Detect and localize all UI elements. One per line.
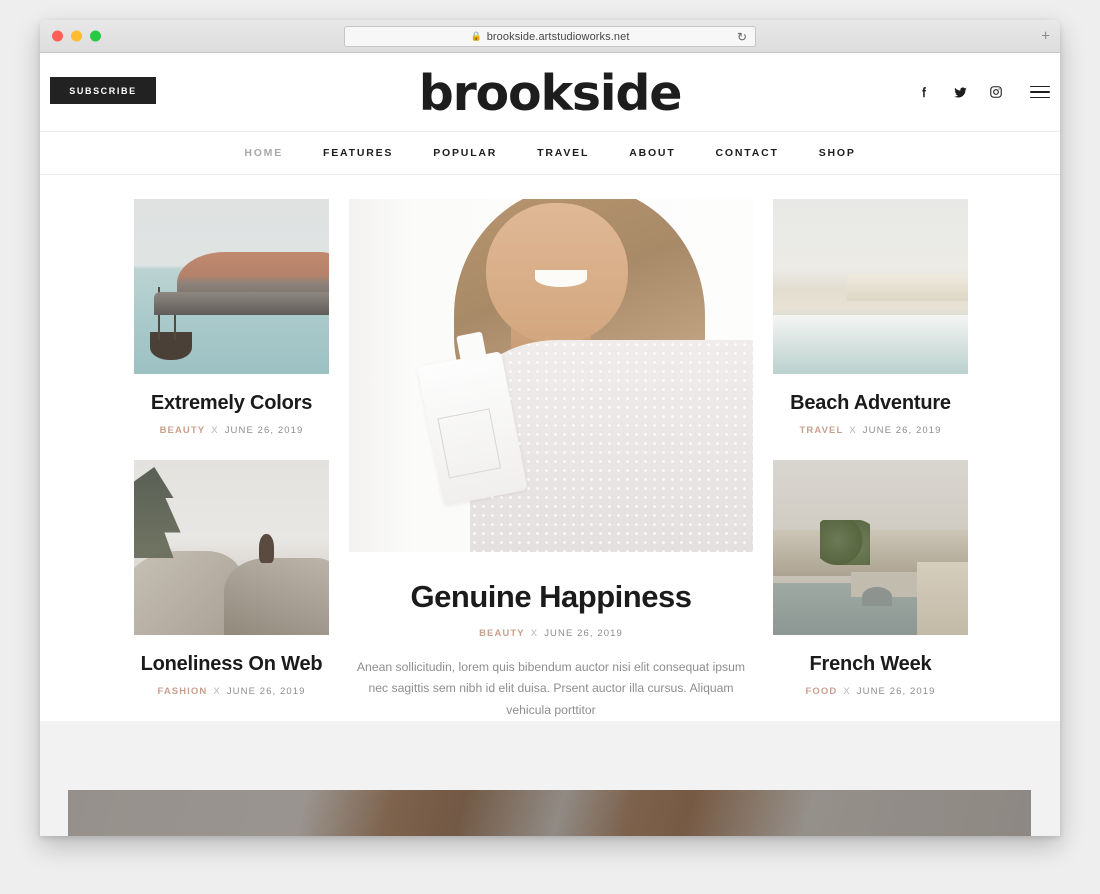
- nav-item-travel[interactable]: TRAVEL: [537, 147, 589, 159]
- close-window-button[interactable]: [52, 30, 63, 42]
- post-date: JUNE 26, 2019: [224, 425, 304, 436]
- post-title[interactable]: Extremely Colors: [134, 391, 329, 415]
- post-thumbnail[interactable]: [134, 199, 329, 374]
- post-card: Beach Adventure TRAVEL X JUNE 26, 2019: [773, 199, 968, 436]
- main-navigation: HOME FEATURES POPULAR TRAVEL ABOUT CONTA…: [40, 131, 1060, 175]
- page-viewport: SUBSCRIBE brookside HOME FEATURES POPULA…: [40, 53, 1060, 836]
- post-thumbnail[interactable]: [773, 460, 968, 635]
- nav-item-features[interactable]: FEATURES: [323, 147, 393, 159]
- meta-separator: X: [849, 425, 857, 436]
- meta-separator: X: [843, 686, 851, 697]
- corner-building-shape: [917, 561, 968, 635]
- post-date: JUNE 26, 2019: [862, 425, 942, 436]
- nav-item-shop[interactable]: SHOP: [819, 147, 856, 159]
- featured-thumbnail[interactable]: [349, 199, 753, 552]
- nav-item-home[interactable]: HOME: [244, 147, 283, 159]
- post-card: French Week FOOD X JUNE 26, 2019: [773, 460, 968, 697]
- nav-item-popular[interactable]: POPULAR: [433, 147, 497, 159]
- post-title[interactable]: French Week: [773, 652, 968, 676]
- left-column: Extremely Colors BEAUTY X JUNE 26, 2019: [134, 199, 329, 721]
- beach-photo: [773, 199, 968, 374]
- misty-cliff-photo: [134, 460, 329, 635]
- featured-post: Genuine Happiness BEAUTY X JUNE 26, 2019…: [349, 199, 753, 721]
- site-logo[interactable]: brookside: [40, 69, 1060, 118]
- post-date: JUNE 26, 2019: [856, 686, 936, 697]
- reload-icon[interactable]: ↻: [737, 31, 747, 43]
- post-title[interactable]: Beach Adventure: [773, 391, 968, 415]
- post-thumbnail[interactable]: [773, 199, 968, 374]
- featured-title[interactable]: Genuine Happiness: [349, 579, 753, 615]
- site-header: SUBSCRIBE brookside: [40, 53, 1060, 131]
- new-tab-button[interactable]: +: [1041, 29, 1050, 44]
- nav-item-about[interactable]: ABOUT: [629, 147, 675, 159]
- post-grid: Extremely Colors BEAUTY X JUNE 26, 2019: [40, 175, 1060, 721]
- post-category[interactable]: FOOD: [805, 686, 837, 697]
- post-category[interactable]: FASHION: [157, 686, 207, 697]
- lock-icon: 🔒: [470, 31, 482, 41]
- twitter-icon[interactable]: [952, 84, 968, 100]
- paris-aerial-photo: [773, 460, 968, 635]
- post-meta: TRAVEL X JUNE 26, 2019: [773, 425, 968, 436]
- post-category[interactable]: BEAUTY: [160, 425, 206, 436]
- post-thumbnail[interactable]: [134, 460, 329, 635]
- sailing-ship-shape: [149, 287, 193, 360]
- address-bar[interactable]: 🔒 brookside.artstudioworks.net ↻: [344, 26, 756, 47]
- maximize-window-button[interactable]: [90, 30, 101, 42]
- post-category[interactable]: TRAVEL: [799, 425, 843, 436]
- window-controls: [52, 30, 101, 42]
- meta-separator: X: [211, 425, 219, 436]
- beauty-model-photo: [349, 199, 753, 552]
- hamburger-menu-icon[interactable]: [1030, 85, 1050, 99]
- seated-person-shape: [258, 533, 275, 564]
- bottom-banner[interactable]: [68, 790, 1031, 836]
- coastal-town-photo: [134, 199, 329, 374]
- instagram-icon[interactable]: [988, 84, 1004, 100]
- meta-separator: X: [213, 686, 221, 697]
- browser-window: 🔒 brookside.artstudioworks.net ↻ + SUBSC…: [40, 20, 1060, 836]
- post-meta: FOOD X JUNE 26, 2019: [773, 686, 968, 697]
- post-title[interactable]: Loneliness On Web: [134, 652, 329, 676]
- post-card: Extremely Colors BEAUTY X JUNE 26, 2019: [134, 199, 329, 436]
- post-meta: FASHION X JUNE 26, 2019: [134, 686, 329, 697]
- meta-separator: X: [530, 628, 539, 639]
- url-text: brookside.artstudioworks.net: [486, 30, 630, 43]
- tree-canopy-shape: [819, 519, 871, 565]
- featured-category[interactable]: BEAUTY: [479, 628, 525, 639]
- facebook-icon[interactable]: [916, 84, 932, 100]
- featured-date: JUNE 26, 2019: [544, 628, 623, 639]
- right-column: Beach Adventure TRAVEL X JUNE 26, 2019 F…: [773, 199, 968, 721]
- website-page: SUBSCRIBE brookside HOME FEATURES POPULA…: [40, 53, 1060, 836]
- bedsheets-photo: [68, 790, 1031, 836]
- header-actions: [916, 84, 1050, 100]
- post-meta: BEAUTY X JUNE 26, 2019: [134, 425, 329, 436]
- minimize-window-button[interactable]: [71, 30, 82, 42]
- post-card: Loneliness On Web FASHION X JUNE 26, 201…: [134, 460, 329, 697]
- pine-tree-shape: [134, 467, 181, 558]
- post-date: JUNE 26, 2019: [226, 686, 306, 697]
- featured-meta: BEAUTY X JUNE 26, 2019: [349, 628, 753, 639]
- nav-item-contact[interactable]: CONTACT: [716, 147, 779, 159]
- browser-chrome: 🔒 brookside.artstudioworks.net ↻ +: [40, 20, 1060, 53]
- featured-excerpt: Anean sollicitudin, lorem quis bibendum …: [356, 660, 746, 717]
